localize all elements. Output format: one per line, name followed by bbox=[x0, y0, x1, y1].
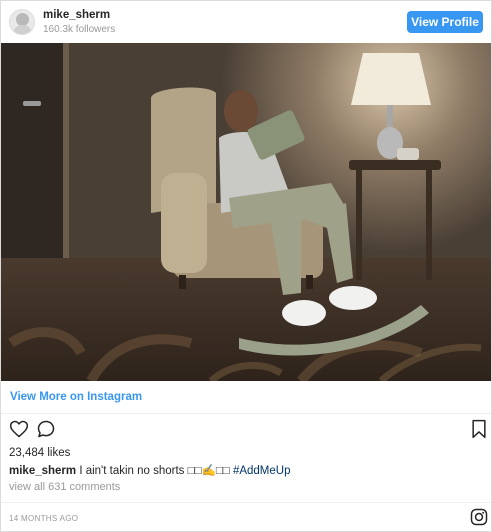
hashtag-link[interactable]: #AddMeUp bbox=[233, 465, 291, 477]
username[interactable]: mike_sherm bbox=[43, 9, 115, 22]
side-table-top-shape bbox=[349, 160, 441, 170]
side-table-leg-shape bbox=[356, 170, 362, 280]
side-table-leg-shape bbox=[426, 170, 432, 280]
heart-icon[interactable] bbox=[9, 419, 29, 439]
caption-username[interactable]: mike_sherm bbox=[9, 465, 76, 477]
bookmark-icon[interactable] bbox=[470, 419, 488, 439]
view-more-link[interactable]: View More on Instagram bbox=[10, 391, 142, 403]
phone-shape bbox=[397, 148, 419, 160]
comment-icon[interactable] bbox=[36, 419, 56, 439]
caption-text: I ain't takin no shorts □□✍️□□ bbox=[76, 465, 233, 477]
door-frame-shape bbox=[63, 43, 69, 268]
view-profile-button[interactable]: View Profile bbox=[407, 11, 483, 33]
chair-leg-shape bbox=[306, 275, 313, 289]
instagram-logo-icon[interactable] bbox=[470, 508, 488, 526]
avatar-body-shape bbox=[13, 25, 32, 34]
divider bbox=[1, 502, 491, 503]
like-count: 23,484 likes bbox=[9, 447, 71, 459]
instagram-embed: mike_sherm 160.3k followers View Profile bbox=[0, 0, 492, 532]
post-photo[interactable] bbox=[1, 43, 491, 381]
chair-arm-shape bbox=[161, 173, 207, 273]
chair-leg-shape bbox=[179, 275, 186, 289]
photo-illustration bbox=[1, 43, 491, 381]
door-shape bbox=[1, 43, 63, 268]
shoe-shape bbox=[329, 286, 377, 310]
post-header: mike_sherm 160.3k followers View Profile bbox=[1, 1, 491, 43]
follower-count: 160.3k followers bbox=[43, 23, 116, 35]
view-comments-link[interactable]: view all 631 comments bbox=[9, 481, 120, 493]
avatar[interactable] bbox=[9, 9, 35, 35]
door-handle-shape bbox=[23, 101, 41, 106]
user-meta: mike_sherm 160.3k followers bbox=[43, 9, 115, 36]
timestamp: 14 MONTHS AGO bbox=[9, 514, 79, 523]
person-head-shape bbox=[224, 90, 258, 132]
action-bar bbox=[9, 419, 487, 443]
lamp-shade-shape bbox=[351, 53, 431, 105]
caption: mike_sherm I ain't takin no shorts □□✍️□… bbox=[9, 463, 290, 477]
shoe-shape bbox=[282, 300, 326, 326]
divider bbox=[1, 413, 491, 414]
